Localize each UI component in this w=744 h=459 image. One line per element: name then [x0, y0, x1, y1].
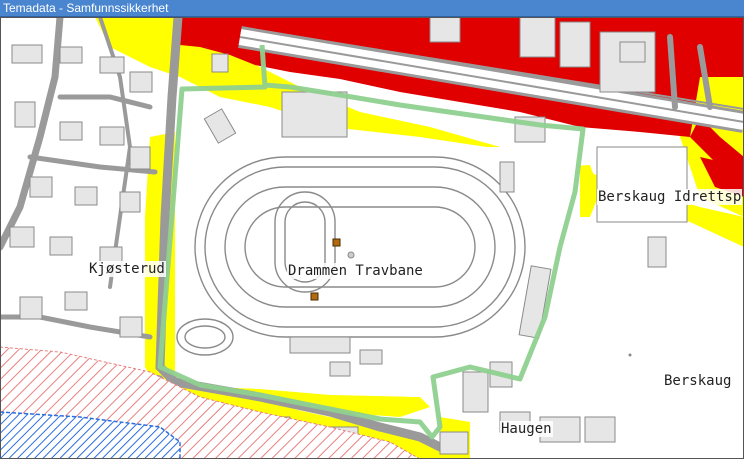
window-title: Temadata - Samfunnssikkerhet — [0, 0, 744, 17]
marker-point[interactable] — [332, 238, 341, 247]
marker-dot — [628, 353, 632, 357]
marker-dot — [347, 251, 355, 259]
map-canvas[interactable] — [0, 17, 744, 459]
label-berskaug: Berskaug — [663, 373, 733, 389]
map-window: Temadata - Samfunnssikkerhet Drammen Tra… — [0, 0, 744, 459]
label-haugen: Haugen — [500, 421, 553, 437]
marker-point[interactable] — [310, 292, 319, 301]
label-berskaug-idrettsplass: Berskaug Idrettsp — [597, 189, 743, 205]
label-kjosterud: Kjøsterud — [88, 261, 166, 277]
map-view[interactable]: Drammen Travbane Kjøsterud Berskaug Idre… — [0, 17, 744, 459]
label-drammen-travbane: Drammen Travbane — [287, 263, 424, 279]
